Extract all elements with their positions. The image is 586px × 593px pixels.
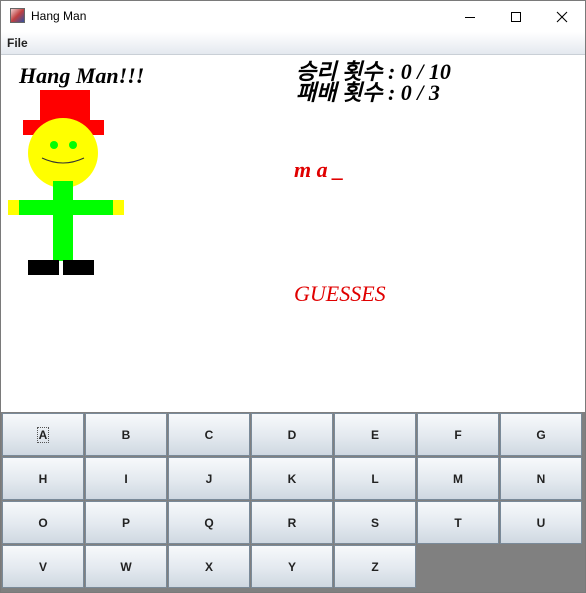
key-w[interactable]: W (85, 545, 167, 588)
key-label: Z (371, 559, 379, 574)
key-label: J (205, 471, 213, 486)
key-y[interactable]: Y (251, 545, 333, 588)
key-label: W (120, 559, 132, 574)
key-label: X (204, 559, 213, 574)
left-hand (8, 200, 20, 215)
key-e[interactable]: E (334, 413, 416, 456)
key-label: H (38, 471, 48, 486)
hat-top (40, 90, 90, 122)
key-label: Y (287, 559, 296, 574)
key-label: T (454, 515, 462, 530)
guesses-label: GUESSES (294, 281, 386, 306)
key-label: C (204, 427, 214, 442)
key-label: K (287, 471, 297, 486)
key-label: B (121, 427, 131, 442)
hangman-figure (8, 90, 124, 275)
key-x[interactable]: X (168, 545, 250, 588)
right-shoe (63, 260, 94, 275)
right-eye (69, 141, 77, 149)
key-v[interactable]: V (2, 545, 84, 588)
letter-keyboard: A B C D E F G H I J K L M N O P Q R S T U V W X Y Z (1, 412, 585, 592)
key-label: A (36, 426, 50, 443)
key-label: F (454, 427, 462, 442)
key-p[interactable]: P (85, 501, 167, 544)
key-label: D (287, 427, 297, 442)
key-label: P (121, 515, 130, 530)
key-label: I (124, 471, 128, 486)
key-label: O (38, 515, 48, 530)
key-g[interactable]: G (500, 413, 582, 456)
minimize-icon (465, 16, 475, 18)
body (53, 181, 73, 261)
key-label: E (370, 427, 379, 442)
key-label: L (371, 471, 379, 486)
key-m[interactable]: M (417, 457, 499, 500)
key-label: U (536, 515, 546, 530)
key-b[interactable]: B (85, 413, 167, 456)
key-j[interactable]: J (168, 457, 250, 500)
maximize-button[interactable] (493, 1, 539, 32)
key-label: R (287, 515, 297, 530)
key-f[interactable]: F (417, 413, 499, 456)
key-u[interactable]: U (500, 501, 582, 544)
key-i[interactable]: I (85, 457, 167, 500)
key-l[interactable]: L (334, 457, 416, 500)
right-hand (112, 200, 124, 215)
key-t[interactable]: T (417, 501, 499, 544)
close-button[interactable] (539, 1, 585, 32)
hangman-window: Hang Man File Hang Man!!! 승리 횟수 : 0 / 10… (0, 0, 586, 593)
key-k[interactable]: K (251, 457, 333, 500)
key-n[interactable]: N (500, 457, 582, 500)
left-shoe (28, 260, 59, 275)
key-label: N (536, 471, 546, 486)
left-eye (50, 141, 58, 149)
key-h[interactable]: H (2, 457, 84, 500)
key-label: M (453, 471, 463, 486)
key-q[interactable]: Q (168, 501, 250, 544)
minimize-button[interactable] (447, 1, 493, 32)
key-r[interactable]: R (251, 501, 333, 544)
word-display: m a _ (294, 157, 345, 182)
key-c[interactable]: C (168, 413, 250, 456)
key-a[interactable]: A (2, 413, 84, 456)
close-icon (556, 11, 568, 22)
maximize-icon (511, 11, 521, 22)
losses-counter: 패배 횟수 : 0 / 3 (296, 80, 440, 105)
face (28, 118, 98, 188)
key-z[interactable]: Z (334, 545, 416, 588)
key-label: G (536, 427, 546, 442)
key-o[interactable]: O (2, 501, 84, 544)
key-label: V (38, 559, 47, 574)
key-d[interactable]: D (251, 413, 333, 456)
key-label: S (370, 515, 379, 530)
key-s[interactable]: S (334, 501, 416, 544)
key-label: Q (204, 515, 214, 530)
